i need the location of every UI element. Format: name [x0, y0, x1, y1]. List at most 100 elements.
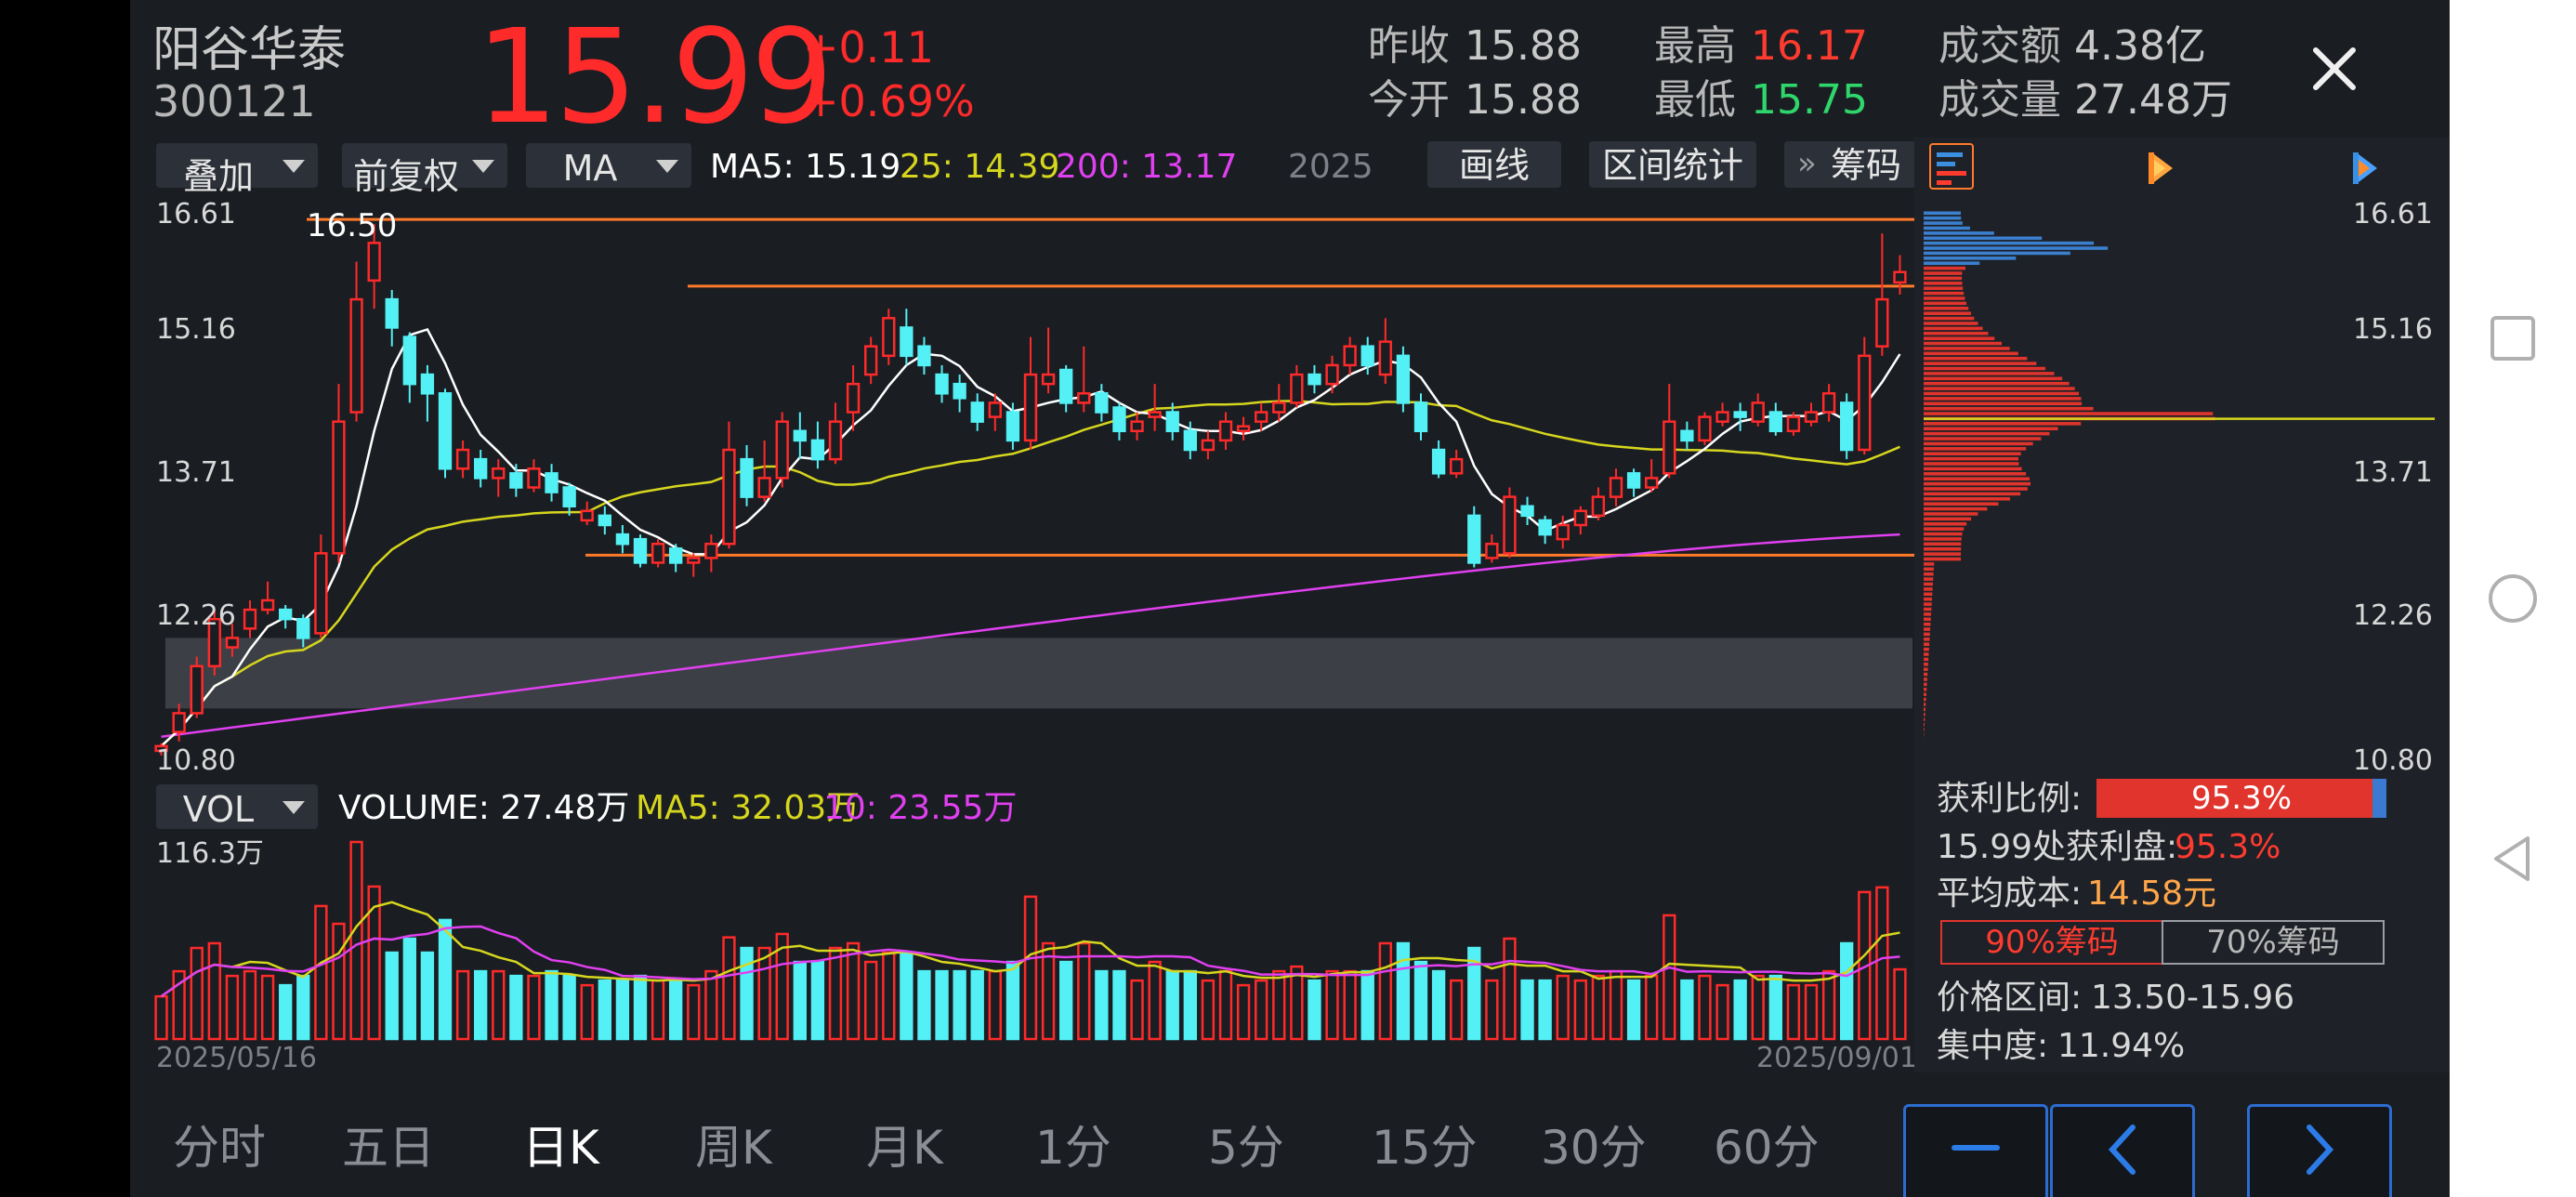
chip-bar	[1924, 266, 1966, 270]
volume-chart[interactable]	[130, 836, 1914, 1050]
candle	[1591, 487, 1606, 520]
y-tick-label: 10.80	[156, 744, 236, 777]
volume-bar	[615, 979, 630, 1041]
range-stats-button[interactable]: 区间统计	[1589, 141, 1756, 188]
candle	[953, 375, 966, 413]
tab-5分[interactable]: 5分	[1208, 1125, 1284, 1171]
chips-tab-70[interactable]: 70%筹码	[2162, 920, 2385, 965]
chip-bar	[1924, 447, 2027, 451]
candle	[349, 261, 363, 422]
home-icon[interactable]	[2485, 571, 2541, 626]
chip-bar	[1924, 632, 1930, 637]
chip-bar	[1924, 452, 2021, 456]
chips-tab-90-label: 90%筹码	[1985, 924, 2119, 961]
candle	[1609, 468, 1623, 506]
adjust-dropdown[interactable]: 前复权	[342, 143, 507, 197]
volume-bar	[243, 969, 257, 1041]
volume-bar	[1768, 974, 1782, 1041]
system-nav-bar	[2450, 0, 2576, 1197]
volume-bar	[1663, 914, 1676, 1041]
chip-bar	[1924, 717, 1925, 721]
indicator-label: MA	[562, 148, 618, 189]
chips-tab-flame-orange[interactable]	[2141, 147, 2182, 190]
volume-bar	[828, 946, 843, 1041]
chips-button[interactable]: » 筹码	[1784, 141, 1916, 188]
volume-bar	[900, 951, 913, 1041]
back-icon[interactable]	[2487, 831, 2539, 887]
candle	[1450, 450, 1464, 479]
chip-bar	[1924, 638, 1930, 641]
tab-周K[interactable]: 周K	[695, 1125, 772, 1171]
chip-bar	[1924, 441, 2033, 446]
tab-日K[interactable]: 日K	[522, 1125, 599, 1171]
stock-code: 300121	[152, 76, 316, 126]
chip-bar	[1924, 456, 2018, 461]
chips-tab-distribution[interactable]	[1929, 143, 1974, 190]
chip-bar	[1924, 722, 1925, 727]
candle	[917, 336, 931, 375]
indicator-dropdown[interactable]: MA	[526, 143, 691, 189]
chips-tab-90[interactable]: 90%筹码	[1940, 920, 2163, 965]
volume-bar	[509, 974, 523, 1041]
candle	[1645, 459, 1659, 493]
chip-bar	[1924, 612, 1932, 616]
candle	[190, 656, 204, 718]
candle	[385, 289, 399, 347]
concentration-label: 集中度:	[1937, 1027, 2049, 1065]
volume-bar	[1804, 983, 1819, 1041]
tab-五日[interactable]: 五日	[342, 1125, 435, 1171]
candle	[1077, 346, 1091, 413]
chip-bar	[1924, 422, 2082, 426]
chip-bar	[1924, 527, 1965, 531]
chip-bar	[1924, 261, 1980, 266]
candle	[757, 440, 771, 502]
next-button[interactable]	[2247, 1104, 2392, 1197]
volume-bar	[1538, 979, 1552, 1041]
draw-button[interactable]: 画线	[1427, 141, 1561, 188]
chips-tab-flame-blue[interactable]	[2346, 147, 2386, 190]
volume-bar	[1520, 979, 1534, 1041]
stat-value: 16.17	[1751, 22, 1868, 70]
tab-15分[interactable]: 15分	[1372, 1125, 1478, 1171]
candle	[1663, 384, 1676, 479]
start-date: 2025/05/16	[156, 1042, 317, 1074]
chip-bar	[1924, 506, 1988, 511]
chip-bar	[1924, 296, 1965, 300]
ma5-value: MA5: 15.19	[710, 148, 901, 186]
tab-分时[interactable]: 分时	[173, 1125, 266, 1171]
collapse-button[interactable]	[1903, 1104, 2048, 1197]
chip-bar	[1924, 276, 1963, 281]
stat-value: 4.38亿	[2074, 22, 2206, 70]
chevron-right-icon	[2307, 1125, 2334, 1175]
overlay-dropdown[interactable]: 叠加	[156, 143, 318, 197]
tab-1分[interactable]: 1分	[1035, 1125, 1111, 1171]
chip-bar	[1924, 607, 1932, 612]
volume-bar	[598, 979, 611, 1041]
tab-30分[interactable]: 30分	[1541, 1125, 1647, 1171]
candle	[402, 332, 416, 403]
candle	[545, 464, 559, 502]
candle	[1290, 364, 1304, 408]
stat-label: 昨收	[1368, 22, 1450, 70]
candlestick-chart[interactable]	[130, 195, 1914, 771]
chip-bar	[1924, 496, 2011, 501]
chip-bar	[1924, 372, 2055, 375]
chip-bar	[1924, 512, 1978, 516]
volume-indicator-dropdown[interactable]: VOL	[156, 784, 318, 830]
tab-60分[interactable]: 60分	[1714, 1125, 1820, 1171]
volume-bar	[154, 994, 168, 1041]
recents-icon[interactable]	[2487, 312, 2539, 364]
volume-bar	[474, 969, 488, 1041]
stat-value: 15.75	[1751, 76, 1868, 124]
chip-bar	[1924, 667, 1928, 671]
close-button[interactable]	[2307, 41, 2362, 97]
prev-button[interactable]	[2050, 1104, 2195, 1197]
volume-bar	[1821, 969, 1836, 1041]
candle	[598, 506, 611, 535]
tab-月K[interactable]: 月K	[866, 1125, 943, 1171]
candle	[438, 388, 453, 479]
chips-label: 筹码	[1831, 145, 1902, 186]
volume-bar	[279, 983, 293, 1041]
chip-bar	[1924, 241, 2095, 245]
crosshair-date-area: 2025/09/	[1281, 143, 1372, 188]
